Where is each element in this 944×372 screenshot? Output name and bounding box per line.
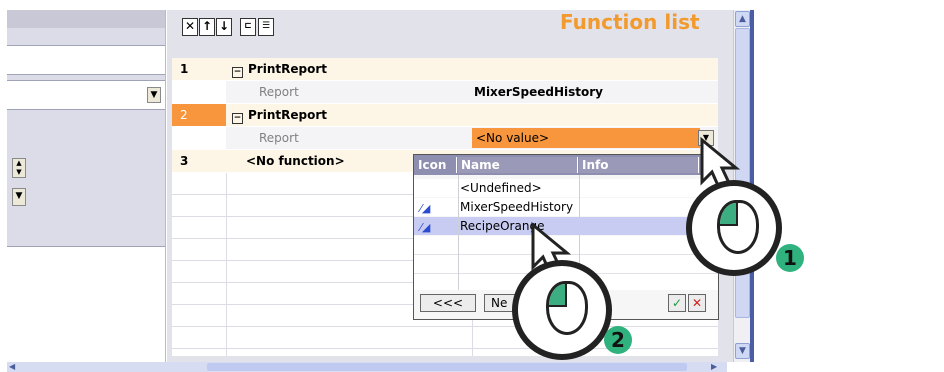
script-icon: ⁄◢	[420, 221, 431, 234]
param-label: Report	[259, 85, 299, 99]
delete-icon[interactable]: ✕	[182, 18, 198, 36]
chevron-down-icon[interactable]: ▼	[147, 87, 161, 103]
param-label: Report	[259, 131, 299, 145]
scroll-thumb[interactable]	[207, 363, 687, 371]
table-row[interactable]: 1 − PrintReport	[172, 58, 718, 80]
panel-dropdown[interactable]: ▼	[7, 80, 165, 110]
popup-header: Icon Name Info	[414, 155, 718, 175]
script-icon: ⁄◢	[420, 202, 431, 215]
column-header-icon[interactable]: Icon	[415, 157, 457, 173]
mouse-icon	[546, 281, 588, 335]
ok-check-icon[interactable]: ✓	[668, 294, 686, 312]
param-value-combobox[interactable]: <No value> ▼	[472, 128, 714, 148]
mouse-icon	[717, 200, 759, 254]
table-row[interactable]: Report <No value> ▼	[172, 127, 718, 149]
cancel-x-icon[interactable]: ✕	[688, 294, 706, 312]
row-number: 1	[172, 58, 226, 80]
popup-column-divider	[458, 175, 459, 290]
scroll-left-icon[interactable]: ◀	[9, 362, 23, 372]
panel-header	[7, 10, 165, 28]
scroll-right-icon[interactable]: ▶	[711, 362, 725, 372]
row-number-empty	[172, 127, 226, 149]
item-name: <Undefined>	[460, 181, 542, 195]
column-header-info[interactable]: Info	[579, 157, 699, 173]
row-number-empty	[172, 81, 226, 103]
collapse-icon[interactable]: ⊏	[240, 18, 256, 36]
step-badge: 2	[604, 326, 632, 354]
column-header-name[interactable]: Name	[458, 157, 578, 173]
expand-icon[interactable]: ☰	[258, 18, 274, 36]
scroll-down-icon[interactable]: ▼	[735, 343, 750, 359]
panel-text-field[interactable]	[7, 45, 165, 75]
panel-list-box[interactable]	[7, 246, 165, 364]
function-name: PrintReport	[248, 108, 327, 122]
function-name: PrintReport	[248, 62, 327, 76]
table-row[interactable]: 2 − PrintReport	[172, 104, 718, 126]
collapse-node-icon[interactable]: −	[232, 113, 243, 124]
previous-button[interactable]: <<<	[420, 294, 476, 312]
list-item[interactable]: ⁄◢ MixerSpeedHistory	[414, 198, 718, 216]
page-title: Function list	[560, 10, 700, 34]
horizontal-scrollbar[interactable]: ◀ ▶	[7, 362, 727, 372]
param-value: <No value>	[476, 131, 550, 145]
step-badge: 1	[776, 244, 804, 272]
item-name: MixerSpeedHistory	[460, 200, 574, 214]
properties-panel: ▼ ▲ ▼ ▼	[7, 10, 166, 364]
spin-control[interactable]: ▲ ▼	[12, 158, 26, 178]
row-number: 2	[172, 104, 226, 126]
chevron-down-icon[interactable]: ▼	[12, 188, 26, 206]
list-item[interactable]: <Undefined>	[414, 179, 718, 197]
row-number: 3	[180, 154, 189, 168]
table-row[interactable]: Report MixerSpeedHistory	[172, 81, 718, 103]
scroll-up-icon[interactable]: ▲	[735, 11, 750, 27]
param-value[interactable]: MixerSpeedHistory	[474, 81, 603, 103]
move-up-icon[interactable]: ↑	[199, 18, 215, 36]
move-down-icon[interactable]: ↓	[216, 18, 232, 36]
grid-column-divider	[226, 173, 227, 356]
collapse-node-icon[interactable]: −	[232, 67, 243, 78]
function-name: <No function>	[246, 154, 345, 168]
